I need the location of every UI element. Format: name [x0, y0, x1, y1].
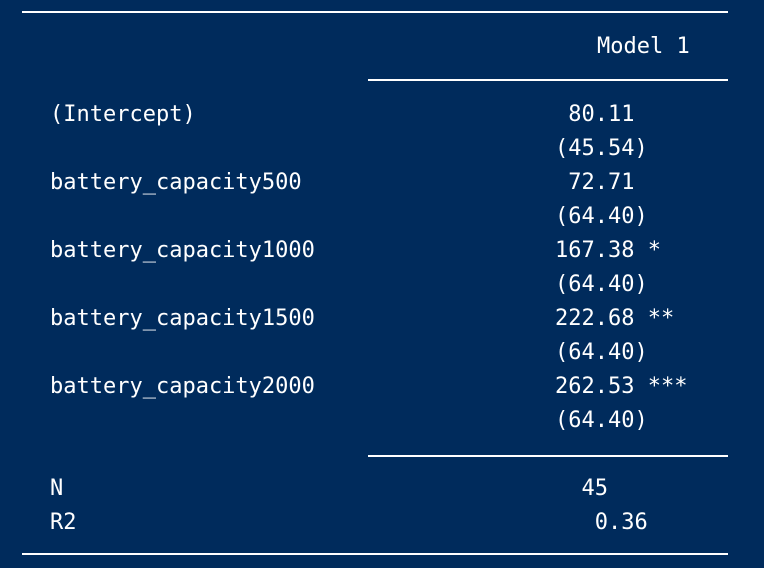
estimate-value: 80.11: [555, 102, 635, 127]
estimate-value: 262.53 ***: [555, 374, 688, 399]
standard-error-value: (64.40): [555, 340, 648, 365]
standard-error-value: (45.54): [555, 136, 648, 161]
stats-rule: [368, 455, 728, 457]
stat-value: 0.36: [555, 510, 648, 535]
header-rule: [368, 79, 728, 81]
estimate-value: 167.38 *: [555, 238, 661, 263]
stat-value: 45: [555, 476, 608, 501]
term-label: battery_capacity1000: [50, 238, 315, 263]
term-label: battery_capacity2000: [50, 374, 315, 399]
standard-error-value: (64.40): [555, 272, 648, 297]
term-label: (Intercept): [50, 102, 196, 127]
term-label: battery_capacity500: [50, 170, 302, 195]
estimate-value: 72.71: [555, 170, 635, 195]
term-label: battery_capacity1500: [50, 306, 315, 331]
standard-error-value: (64.40): [555, 204, 648, 229]
estimate-value: 222.68 **: [555, 306, 675, 331]
bottom-rule: [22, 553, 728, 555]
model-header: Model 1: [597, 34, 690, 59]
stat-label: R2: [50, 510, 77, 535]
stat-label: N: [50, 476, 64, 501]
top-rule: [22, 11, 728, 13]
standard-error-value: (64.40): [555, 408, 648, 433]
